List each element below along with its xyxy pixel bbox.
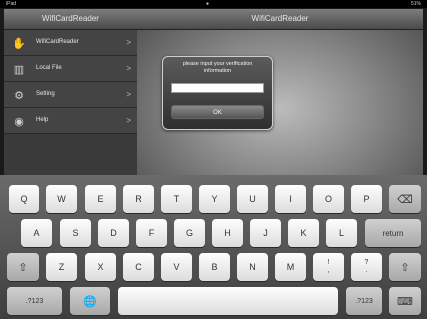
globe-icon[interactable]: 🌐 xyxy=(70,287,110,315)
onscreen-keyboard: Q W E R T Y U I O P ⌫ A S D F G H J K L … xyxy=(0,175,427,319)
numbers-key-left[interactable]: .?123 xyxy=(7,287,62,315)
verification-dialog: please input your verification informati… xyxy=(162,56,273,130)
chevron-right-icon: > xyxy=(126,64,131,73)
key-bottom-char: , xyxy=(327,267,330,274)
return-key[interactable]: return xyxy=(365,219,421,247)
battery-label: 51% xyxy=(410,1,421,7)
help-icon: ◉ xyxy=(14,115,24,128)
sidebar-item-local-file[interactable]: ▥ Local File > xyxy=(4,56,137,82)
verification-input[interactable] xyxy=(171,83,264,93)
key-u[interactable]: U xyxy=(237,185,268,213)
chevron-right-icon: > xyxy=(126,90,131,99)
key-k[interactable]: K xyxy=(288,219,319,247)
main-pane: WifiCardReader please input your verific… xyxy=(137,9,423,175)
key-i[interactable]: I xyxy=(275,185,306,213)
key-f[interactable]: F xyxy=(136,219,167,247)
key-p[interactable]: P xyxy=(351,185,382,213)
key-c[interactable]: C xyxy=(123,253,154,281)
library-icon: ▥ xyxy=(13,63,25,76)
key-a[interactable]: A xyxy=(21,219,52,247)
key-s[interactable]: S xyxy=(60,219,91,247)
dialog-title-line2: information xyxy=(203,68,232,74)
sidebar-title: WifiCardReader xyxy=(4,9,137,30)
sidebar: WifiCardReader ✋ WifiCardReader > ▥ Loca… xyxy=(4,9,138,175)
shift-left-key[interactable]: ⇧ xyxy=(7,253,39,281)
key-l[interactable]: L xyxy=(326,219,357,247)
key-w[interactable]: W xyxy=(46,185,77,213)
key-bottom-char: . xyxy=(365,267,368,274)
space-key[interactable] xyxy=(118,287,338,315)
key-y[interactable]: Y xyxy=(199,185,230,213)
ipad-screen: iPad ● 51% WifiCardReader ✋ WifiCardRead… xyxy=(0,0,427,319)
hide-keyboard-icon[interactable]: ⌨ xyxy=(389,287,421,315)
key-e[interactable]: E xyxy=(85,185,116,213)
chevron-right-icon: > xyxy=(126,116,131,125)
dialog-title: please input your verification informati… xyxy=(163,61,272,75)
key-x[interactable]: X xyxy=(85,253,116,281)
key-h[interactable]: H xyxy=(212,219,243,247)
key-o[interactable]: O xyxy=(313,185,344,213)
hand-icon: ✋ xyxy=(12,37,26,50)
sidebar-item-setting[interactable]: ⚙ Setting > xyxy=(4,82,137,108)
key-m[interactable]: M xyxy=(275,253,306,281)
sidebar-item-label: Setting xyxy=(36,91,55,97)
chevron-right-icon: > xyxy=(126,38,131,47)
sidebar-item-help[interactable]: ◉ Help > xyxy=(4,108,137,134)
key-d[interactable]: D xyxy=(98,219,129,247)
numbers-key-right[interactable]: .?123 xyxy=(346,287,382,315)
key-top-char: ? xyxy=(364,259,369,266)
ok-button[interactable]: OK xyxy=(171,105,264,119)
device-label: iPad xyxy=(6,1,17,7)
key-t[interactable]: T xyxy=(161,185,192,213)
key-g[interactable]: G xyxy=(174,219,205,247)
shift-right-key[interactable]: ⇧ xyxy=(389,253,421,281)
sidebar-list: ✋ WifiCardReader > ▥ Local File > ⚙ Sett… xyxy=(4,30,137,134)
key-exclamation-comma[interactable]: ! , xyxy=(313,253,344,281)
settings-icon: ⚙ xyxy=(14,89,24,102)
lock-indicator: ● xyxy=(206,1,210,7)
key-b[interactable]: B xyxy=(199,253,230,281)
status-bar: iPad ● 51% xyxy=(0,0,427,8)
key-n[interactable]: N xyxy=(237,253,268,281)
key-r[interactable]: R xyxy=(123,185,154,213)
sidebar-item-wificardreader[interactable]: ✋ WifiCardReader > xyxy=(4,30,137,56)
key-v[interactable]: V xyxy=(161,253,192,281)
key-z[interactable]: Z xyxy=(46,253,77,281)
key-top-char: ! xyxy=(327,259,330,266)
key-q[interactable]: Q xyxy=(9,185,39,213)
backspace-key[interactable]: ⌫ xyxy=(389,185,421,213)
sidebar-item-label: WifiCardReader xyxy=(36,39,79,45)
dialog-title-line1: please input your verification xyxy=(182,61,253,67)
key-j[interactable]: J xyxy=(250,219,281,247)
sidebar-item-label: Local File xyxy=(36,65,62,71)
key-question-period[interactable]: ? . xyxy=(351,253,382,281)
main-title: WifiCardReader xyxy=(137,9,423,30)
sidebar-item-label: Help xyxy=(36,117,49,123)
